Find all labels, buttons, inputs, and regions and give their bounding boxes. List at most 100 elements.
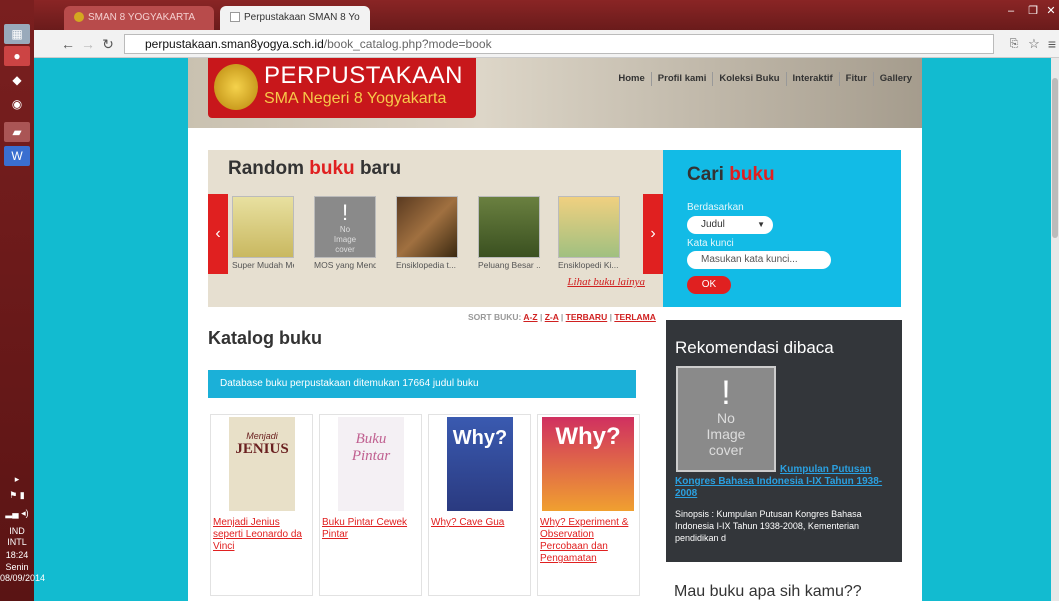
book-cover: Why? [447,417,513,511]
recommendation-heading: Rekomendasi dibaca [675,338,834,357]
book-title-link[interactable]: Why? Experiment & Observation Percobaan … [540,517,636,565]
book-title-link[interactable]: Why? Cave Gua [431,517,527,529]
catalog-title: Katalog buku [208,328,323,348]
book-cover: Why? [542,417,634,511]
flag-icon[interactable]: ⚑ ▮ [0,490,34,501]
book-caption: Peluang Besar ... [478,260,540,270]
tab-label: SMAN 8 YOGYAKARTA [88,12,196,23]
garuda-emblem-icon [214,64,258,110]
menu-gallery[interactable]: Gallery [872,72,918,86]
tray-expand-icon[interactable]: ▸ [0,474,34,485]
book-cover [232,196,294,258]
book-cover: Buku Pintar [338,417,404,511]
recommendation-panel: Rekomendasi dibaca ! No Image cover Kumpula… [666,320,902,562]
url-path: /book_catalog.php?mode=book [323,37,492,51]
minimize-icon[interactable]: – [1000,2,1022,20]
page-icon [230,12,240,23]
browser-toolbar: ← → ↻ perpustakaan.sman8yogya.sch.id/boo… [34,30,1059,58]
logo-title: PERPUSTAKAAN [264,62,463,89]
random-book[interactable]: Peluang Besar ... [478,196,540,270]
menu-interaktif[interactable]: Interaktif [785,72,839,86]
book-caption: Ensiklopedia t... [396,260,457,270]
random-books-panel: Random buku baru ‹ Super Mudah Me... !No… [208,150,663,307]
site-header: PERPUSTAKAAN SMA Negeri 8 Yogyakarta Hom… [188,58,922,128]
random-book[interactable]: Super Mudah Me... [232,196,294,270]
catalog-book[interactable]: Why? Why? Experiment & Observation Perco… [537,414,640,596]
sort-options: SORT BUKU: A-Z | Z-A | TERBARU | TERLAMA [468,312,656,322]
sort-oldest[interactable]: TERLAMA [614,312,656,322]
no-image-cover: ! No Image cover [314,196,376,258]
school-logo-icon [74,12,84,23]
book-cover: Menjadi JENIUS [229,417,295,511]
search-by-label: Berdasarkan [687,202,744,213]
signal-volume-icon[interactable]: ▂▄ ◂) [0,508,34,519]
book-caption: MOS yang Mendi... [314,260,376,270]
tab-perpustakaan[interactable]: Perpustakaan SMAN 8 Yo [220,6,370,30]
folder-taskbar-icon[interactable]: ▰ [4,122,30,142]
ok-button[interactable]: OK [687,276,731,294]
close-icon[interactable]: ✕ [1040,2,1059,20]
sort-za[interactable]: Z-A [545,312,559,322]
logo-subtitle: SMA Negeri 8 Yogyakarta [264,90,447,107]
book-caption: Ensiklopedi Ki... [558,260,619,270]
word-taskbar-icon[interactable]: W [4,146,30,166]
clock-date: 08/09/2014 [0,573,46,583]
sort-newest[interactable]: TERBARU [566,312,608,322]
menu-home[interactable]: Home [612,72,650,86]
catalog-book[interactable]: Buku Pintar Buku Pintar Cewek Pintar [319,414,422,596]
book-cover [478,196,540,258]
no-image-cover[interactable]: ! No Image cover [676,366,776,472]
reload-icon[interactable]: ↻ [98,34,118,54]
main-menu: Home Profil kami Koleksi Buku Interaktif… [612,72,918,86]
random-book[interactable]: Ensiklopedia t... [396,196,458,270]
catalog-book[interactable]: Why? Why? Cave Gua [428,414,531,596]
search-by-select[interactable]: Judul ▼ [687,216,773,234]
translate-icon[interactable]: ⎘ [1004,34,1024,54]
forward-icon[interactable]: → [78,34,98,54]
book-caption: Super Mudah Me... [232,260,294,270]
lang-ind[interactable]: IND [0,526,34,537]
address-bar[interactable]: perpustakaan.sman8yogya.sch.id/book_cata… [124,34,994,54]
windows-taskbar: ▦ ● ◆ ◉ ▰ W ▸ ⚑ ▮ ▂▄ ◂) IND INTL 18:24 S… [0,0,46,601]
carousel-prev-icon[interactable]: ‹ [208,194,228,274]
back-icon[interactable]: ← [58,34,78,54]
keyword-input[interactable]: Masukan kata kunci... [687,251,831,269]
recommendation-synopsis: Sinopsis : Kumpulan Putusan Kongres Baha… [675,509,862,543]
search-panel: Cari buku Berdasarkan Judul ▼ Kata kunci … [663,150,901,307]
book-title-link[interactable]: Menjadi Jenius seperti Leonardo da Vinci [213,517,309,553]
book-cover [396,196,458,258]
mau-buku-heading: Mau buku apa sih kamu?? [666,578,902,601]
browser-tab-bar: SMAN 8 YOGYAKARTA Perpustakaan SMAN 8 Yo… [34,0,1059,30]
keyword-label: Kata kunci [687,238,734,249]
app-taskbar-icon[interactable]: ◆ [4,70,30,90]
carousel-next-icon[interactable]: › [643,194,663,274]
chrome-taskbar-icon[interactable]: ● [4,46,30,66]
clock-time[interactable]: 18:24 [0,550,34,561]
menu-koleksi[interactable]: Koleksi Buku [712,72,785,86]
catalog-book[interactable]: Menjadi JENIUS Menjadi Jenius seperti Le… [210,414,313,596]
bookmark-star-icon[interactable]: ☆ [1024,34,1044,54]
scrollbar-thumb[interactable] [1052,78,1058,238]
site-logo[interactable]: PERPUSTAKAAN SMA Negeri 8 Yogyakarta [208,58,476,118]
sort-az[interactable]: A-Z [523,312,537,322]
book-title-link[interactable]: Buku Pintar Cewek Pintar [322,517,418,541]
lang-intl[interactable]: INTL [0,537,34,548]
clock-day: Senin [5,562,29,572]
page-scrollbar[interactable] [1051,58,1059,601]
web-page: PERPUSTAKAAN SMA Negeri 8 Yogyakarta Hom… [188,58,922,601]
menu-profil[interactable]: Profil kami [650,72,713,86]
app-taskbar-icon-2[interactable]: ◉ [4,94,30,114]
url-host: perpustakaan.sman8yogya.sch.id [145,37,324,51]
dropdown-caret-icon: ▼ [757,220,765,229]
random-book[interactable]: Ensiklopedi Ki... [558,196,620,270]
book-cover [558,196,620,258]
menu-fitur[interactable]: Fitur [838,72,873,86]
random-book[interactable]: !NoImagecover MOS yang Mendi... [314,196,376,270]
search-title: Cari buku [687,164,775,185]
tab-sman8[interactable]: SMAN 8 YOGYAKARTA [64,6,214,30]
recommendation-title-link[interactable]: Kumpulan Putusan Kongres Bahasa Indonesi… [675,464,897,500]
more-books-link[interactable]: Lihat buku lainya [567,276,645,288]
desktop-icon[interactable]: ▦ [4,24,30,44]
database-info-bar: Database buku perpustakaan ditemukan 176… [208,370,636,398]
menu-icon[interactable]: ≡ [1042,34,1059,54]
